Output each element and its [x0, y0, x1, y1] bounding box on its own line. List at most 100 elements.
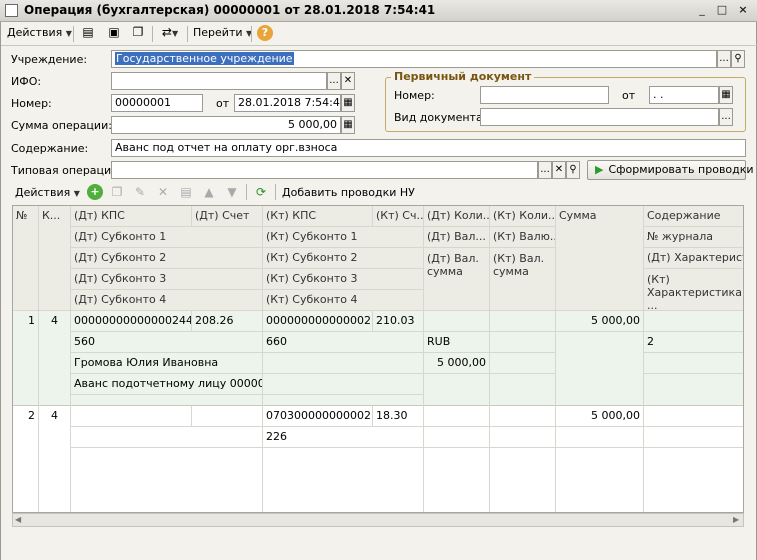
row-dt-qty[interactable] — [424, 311, 490, 332]
clear-icon[interactable]: ✕ — [552, 161, 566, 179]
ifo-field[interactable] — [111, 72, 327, 90]
typical-operation-field[interactable] — [111, 161, 538, 179]
row-sum[interactable]: 5 000,00 — [556, 311, 644, 332]
close-button[interactable]: × — [736, 3, 750, 17]
header-journal[interactable]: № журнала — [644, 227, 743, 248]
row-journal[interactable] — [644, 427, 743, 448]
content-field[interactable]: Аванс под отчет на оплату орг.взноса — [111, 139, 746, 157]
row-content[interactable] — [644, 406, 743, 427]
calendar-icon[interactable]: ▦ — [719, 86, 733, 104]
header-kt-sub3[interactable]: (Кт) Субконто 3 — [263, 269, 424, 290]
search-icon[interactable]: ⚲ — [731, 50, 745, 68]
header-dt-sub4[interactable]: (Дт) Субконто 4 — [71, 290, 263, 311]
maximize-button[interactable]: □ — [715, 3, 729, 17]
row-kt-account[interactable]: 18.30 — [373, 406, 424, 427]
entries-table[interactable]: № К... (Дт) КПС (Дт) Счет (Кт) КПС (Кт) … — [12, 205, 744, 513]
header-dt-val-sum[interactable]: (Дт) Вал. сумма — [424, 248, 490, 311]
row-dt-currency[interactable]: RUB — [424, 332, 490, 353]
header-k[interactable]: К... — [39, 206, 71, 311]
row-dt-kps[interactable]: 00000000000000244 — [71, 311, 192, 332]
number-field[interactable]: 00000001 — [111, 94, 203, 112]
institution-field[interactable]: Государственное учреждение — [111, 50, 717, 68]
move-down-icon[interactable]: ▼ — [224, 184, 240, 200]
row-kt-kps[interactable]: 000000000000002... — [263, 311, 373, 332]
clear-icon[interactable]: ✕ — [341, 72, 355, 90]
amount-field[interactable]: 5 000,00 — [111, 116, 341, 134]
date-field[interactable]: 28.01.2018 7:54:41 — [234, 94, 341, 112]
add-row-icon[interactable]: + — [87, 184, 103, 200]
header-content[interactable]: Содержание — [644, 206, 743, 227]
header-dt-sub1[interactable]: (Дт) Субконто 1 — [71, 227, 263, 248]
header-dt-characteristic[interactable]: (Дт) Характерист... — [644, 248, 743, 269]
grid-actions-menu[interactable]: Действия ▼ — [15, 186, 80, 199]
row-content[interactable] — [644, 311, 743, 332]
goto-menu[interactable]: Перейти ▼ — [193, 26, 252, 39]
institution-select-button[interactable]: ... — [717, 50, 731, 68]
row-kt-val-sum[interactable] — [490, 353, 556, 374]
row-kt-sub1[interactable]: 226 — [263, 427, 424, 448]
row-dt-currency[interactable] — [424, 427, 490, 448]
row-kt-qty[interactable] — [490, 406, 556, 427]
ifo-select-button[interactable]: ... — [327, 72, 341, 90]
header-kt-sub2[interactable]: (Кт) Субконто 2 — [263, 248, 424, 269]
row-dt-account[interactable]: 208.26 — [192, 311, 263, 332]
help-icon[interactable]: ? — [257, 25, 273, 41]
row-kt-kps[interactable]: 070300000000002... — [263, 406, 373, 427]
minimize-button[interactable]: _ — [695, 3, 709, 17]
row-kt-currency[interactable] — [490, 427, 556, 448]
row-kt-sub3[interactable] — [263, 374, 424, 395]
row-empty[interactable] — [556, 427, 644, 448]
typical-operation-select-button[interactable]: ... — [538, 161, 552, 179]
calendar-icon[interactable]: ▦ — [341, 94, 355, 112]
row-dt-sub1[interactable] — [71, 427, 263, 448]
header-dt-kps[interactable]: (Дт) КПС — [71, 206, 192, 227]
header-kt-kps[interactable]: (Кт) КПС — [263, 206, 373, 227]
delete-row-icon[interactable]: ✕ — [155, 184, 171, 200]
header-kt-val[interactable]: (Кт) Валю... — [490, 227, 556, 248]
row-sum[interactable]: 5 000,00 — [556, 406, 644, 427]
header-dt-sub2[interactable]: (Дт) Субконто 2 — [71, 248, 263, 269]
document-kind-select-button[interactable]: ... — [719, 108, 733, 126]
refresh-icon[interactable]: ⟳ — [252, 184, 270, 200]
document-kind-field[interactable] — [480, 108, 719, 126]
header-num[interactable]: № — [13, 206, 39, 311]
row-dt-kps[interactable] — [71, 406, 192, 427]
header-dt-sub3[interactable]: (Дт) Субконто 3 — [71, 269, 263, 290]
end-edit-icon[interactable]: ▤ — [178, 184, 194, 200]
edit-row-icon[interactable]: ✎ — [132, 184, 148, 200]
refresh-form-icon[interactable]: ▣ — [105, 24, 123, 40]
row-kt-account[interactable]: 210.03 — [373, 311, 424, 332]
structure-dropdown-icon[interactable]: ⇄▼ — [157, 24, 183, 42]
row-kt-currency[interactable] — [490, 332, 556, 353]
primary-number-field[interactable] — [480, 86, 609, 104]
header-kt-characteristic[interactable]: (Кт) Характеристика ... — [644, 269, 743, 311]
row-dt-sub2[interactable]: Громова Юлия Ивановна — [71, 353, 263, 374]
calculator-icon[interactable]: ▦ — [341, 116, 355, 134]
row-kt-sub1[interactable]: 660 — [263, 332, 424, 353]
primary-date-field[interactable]: . . — [649, 86, 719, 104]
actions-menu[interactable]: Действия ▼ — [7, 26, 72, 39]
header-kt-account[interactable]: (Кт) Сч... — [373, 206, 424, 227]
header-kt-qty[interactable]: (Кт) Коли... — [490, 206, 556, 227]
copy-document-icon[interactable]: ❐ — [129, 24, 147, 40]
row-dt-account[interactable] — [192, 406, 263, 427]
row-dt-sub1[interactable]: 560 — [71, 332, 263, 353]
add-nu-entries-button[interactable]: Добавить проводки НУ — [282, 186, 415, 199]
move-up-icon[interactable]: ▲ — [201, 184, 217, 200]
row-kt-qty[interactable] — [490, 311, 556, 332]
row-journal[interactable]: 2 — [644, 332, 743, 353]
horizontal-scrollbar[interactable]: ◀ ▶ — [12, 513, 744, 527]
header-kt-val-sum[interactable]: (Кт) Вал. сумма — [490, 248, 556, 311]
header-sum[interactable]: Сумма — [556, 206, 644, 311]
header-dt-qty[interactable]: (Дт) Коли... — [424, 206, 490, 227]
row-dt-qty[interactable] — [424, 406, 490, 427]
row-dt-sub3[interactable]: Аванс подотчетному лицу 0000000... — [71, 374, 263, 395]
header-dt-account[interactable]: (Дт) Счет — [192, 206, 263, 227]
row-kt-sub2[interactable] — [263, 353, 424, 374]
header-dt-val[interactable]: (Дт) Вал... — [424, 227, 490, 248]
generate-entries-button[interactable]: ▶ Сформировать проводки — [587, 160, 754, 180]
scroll-left-icon[interactable]: ◀ — [15, 515, 21, 524]
row-dt-characteristic[interactable] — [644, 353, 743, 374]
scroll-right-icon[interactable]: ▶ — [733, 515, 739, 524]
copy-row-icon[interactable]: ❐ — [109, 184, 125, 200]
